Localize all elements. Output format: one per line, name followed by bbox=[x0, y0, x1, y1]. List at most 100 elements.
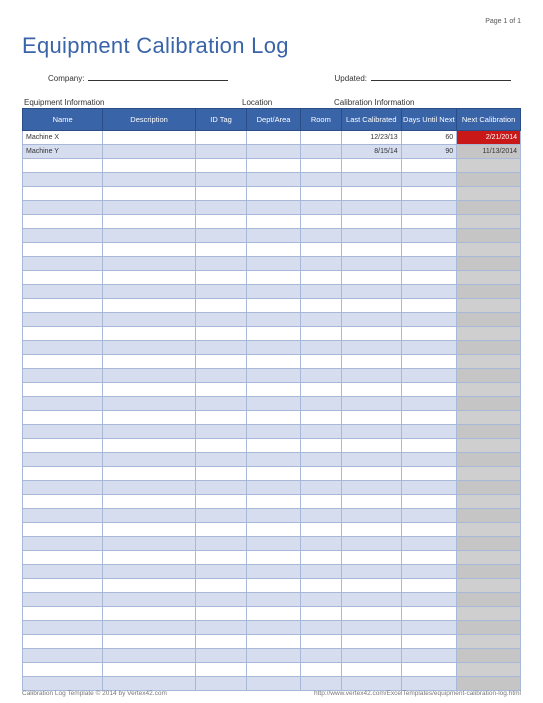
cell-desc[interactable] bbox=[103, 201, 196, 215]
cell-dept[interactable] bbox=[247, 453, 301, 467]
cell-name[interactable] bbox=[23, 495, 103, 509]
cell-last[interactable] bbox=[341, 383, 401, 397]
cell-last[interactable] bbox=[341, 607, 401, 621]
cell-name[interactable] bbox=[23, 579, 103, 593]
cell-desc[interactable] bbox=[103, 411, 196, 425]
cell-dept[interactable] bbox=[247, 145, 301, 159]
cell-dept[interactable] bbox=[247, 551, 301, 565]
cell-room[interactable] bbox=[300, 313, 341, 327]
cell-desc[interactable] bbox=[103, 593, 196, 607]
cell-next[interactable] bbox=[457, 481, 521, 495]
cell-room[interactable] bbox=[300, 677, 341, 691]
cell-name[interactable] bbox=[23, 537, 103, 551]
cell-last[interactable] bbox=[341, 523, 401, 537]
cell-room[interactable] bbox=[300, 607, 341, 621]
cell-dept[interactable] bbox=[247, 467, 301, 481]
cell-dept[interactable] bbox=[247, 411, 301, 425]
cell-id[interactable] bbox=[195, 425, 246, 439]
cell-desc[interactable] bbox=[103, 187, 196, 201]
cell-desc[interactable] bbox=[103, 481, 196, 495]
cell-desc[interactable] bbox=[103, 173, 196, 187]
cell-id[interactable] bbox=[195, 509, 246, 523]
cell-name[interactable] bbox=[23, 411, 103, 425]
cell-next[interactable] bbox=[457, 425, 521, 439]
cell-days[interactable] bbox=[401, 299, 457, 313]
cell-dept[interactable] bbox=[247, 313, 301, 327]
cell-desc[interactable] bbox=[103, 397, 196, 411]
cell-desc[interactable] bbox=[103, 621, 196, 635]
cell-room[interactable] bbox=[300, 369, 341, 383]
cell-last[interactable] bbox=[341, 397, 401, 411]
cell-next[interactable] bbox=[457, 551, 521, 565]
cell-desc[interactable] bbox=[103, 663, 196, 677]
cell-name[interactable] bbox=[23, 649, 103, 663]
cell-desc[interactable] bbox=[103, 649, 196, 663]
cell-id[interactable] bbox=[195, 383, 246, 397]
cell-dept[interactable] bbox=[247, 649, 301, 663]
cell-desc[interactable] bbox=[103, 565, 196, 579]
cell-last[interactable] bbox=[341, 635, 401, 649]
cell-id[interactable] bbox=[195, 397, 246, 411]
cell-last[interactable] bbox=[341, 663, 401, 677]
cell-name[interactable] bbox=[23, 565, 103, 579]
cell-name[interactable] bbox=[23, 229, 103, 243]
cell-days[interactable] bbox=[401, 285, 457, 299]
cell-id[interactable] bbox=[195, 635, 246, 649]
cell-id[interactable] bbox=[195, 187, 246, 201]
cell-room[interactable] bbox=[300, 649, 341, 663]
cell-id[interactable] bbox=[195, 159, 246, 173]
cell-dept[interactable] bbox=[247, 327, 301, 341]
cell-room[interactable] bbox=[300, 201, 341, 215]
cell-room[interactable] bbox=[300, 439, 341, 453]
cell-days[interactable] bbox=[401, 509, 457, 523]
cell-last[interactable] bbox=[341, 565, 401, 579]
cell-last[interactable] bbox=[341, 299, 401, 313]
cell-desc[interactable] bbox=[103, 145, 196, 159]
cell-room[interactable] bbox=[300, 523, 341, 537]
cell-last[interactable] bbox=[341, 509, 401, 523]
cell-next[interactable] bbox=[457, 607, 521, 621]
cell-room[interactable] bbox=[300, 145, 341, 159]
cell-name[interactable] bbox=[23, 621, 103, 635]
cell-days[interactable] bbox=[401, 537, 457, 551]
cell-desc[interactable] bbox=[103, 159, 196, 173]
cell-name[interactable] bbox=[23, 243, 103, 257]
cell-room[interactable] bbox=[300, 663, 341, 677]
cell-name[interactable] bbox=[23, 663, 103, 677]
cell-dept[interactable] bbox=[247, 131, 301, 145]
cell-next[interactable] bbox=[457, 327, 521, 341]
cell-next[interactable] bbox=[457, 257, 521, 271]
cell-id[interactable] bbox=[195, 327, 246, 341]
cell-name[interactable] bbox=[23, 215, 103, 229]
cell-room[interactable] bbox=[300, 229, 341, 243]
cell-next[interactable] bbox=[457, 453, 521, 467]
cell-dept[interactable] bbox=[247, 565, 301, 579]
cell-dept[interactable] bbox=[247, 425, 301, 439]
cell-days[interactable] bbox=[401, 551, 457, 565]
cell-last[interactable] bbox=[341, 677, 401, 691]
cell-dept[interactable] bbox=[247, 663, 301, 677]
cell-dept[interactable] bbox=[247, 677, 301, 691]
cell-dept[interactable] bbox=[247, 537, 301, 551]
cell-days[interactable]: 90 bbox=[401, 145, 457, 159]
cell-next[interactable] bbox=[457, 201, 521, 215]
cell-dept[interactable] bbox=[247, 439, 301, 453]
cell-id[interactable] bbox=[195, 299, 246, 313]
cell-dept[interactable] bbox=[247, 481, 301, 495]
cell-next[interactable] bbox=[457, 369, 521, 383]
cell-name[interactable] bbox=[23, 313, 103, 327]
cell-name[interactable] bbox=[23, 285, 103, 299]
cell-room[interactable] bbox=[300, 187, 341, 201]
cell-desc[interactable] bbox=[103, 257, 196, 271]
cell-room[interactable] bbox=[300, 621, 341, 635]
cell-desc[interactable] bbox=[103, 607, 196, 621]
cell-room[interactable] bbox=[300, 467, 341, 481]
cell-id[interactable] bbox=[195, 607, 246, 621]
cell-days[interactable] bbox=[401, 369, 457, 383]
cell-id[interactable] bbox=[195, 145, 246, 159]
cell-dept[interactable] bbox=[247, 173, 301, 187]
cell-next[interactable]: 11/13/2014 bbox=[457, 145, 521, 159]
cell-room[interactable] bbox=[300, 131, 341, 145]
cell-desc[interactable] bbox=[103, 299, 196, 313]
cell-desc[interactable] bbox=[103, 243, 196, 257]
